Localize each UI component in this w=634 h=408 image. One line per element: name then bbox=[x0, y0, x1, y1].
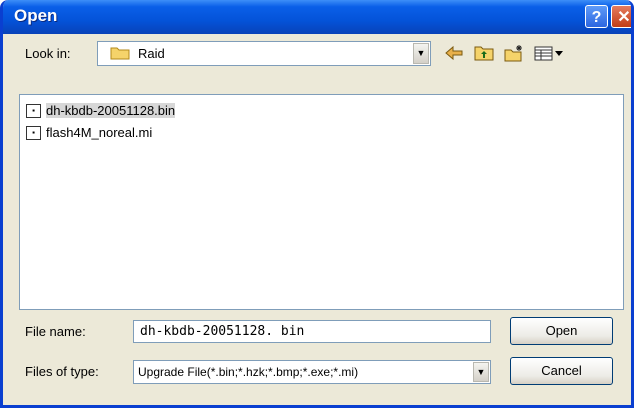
file-type-value: Upgrade File(*.bin;*.hzk;*.bmp;*.exe;*.m… bbox=[138, 365, 359, 379]
look-in-label: Look in: bbox=[25, 46, 71, 61]
chevron-down-icon[interactable]: ▼ bbox=[473, 362, 489, 382]
file-name: flash4M_noreal.mi bbox=[46, 125, 153, 140]
look-in-value: Raid bbox=[138, 46, 165, 61]
chevron-down-icon[interactable]: ▼ bbox=[413, 43, 429, 64]
file-name: dh-kbdb-20051128.bin bbox=[46, 103, 176, 118]
file-icon: ▪ bbox=[26, 104, 41, 118]
file-icon: ▪ bbox=[26, 126, 41, 140]
list-item[interactable]: ▪ flash4M_noreal.mi bbox=[24, 123, 152, 143]
list-item[interactable]: ▪ dh-kbdb-20051128.bin bbox=[24, 101, 176, 121]
file-type-label: Files of type: bbox=[25, 364, 99, 379]
file-type-dropdown[interactable]: Upgrade File(*.bin;*.hzk;*.bmp;*.exe;*.m… bbox=[133, 360, 491, 384]
open-dialog: Open ? ✕ Look in: Raid ▼ ▪ dh-kbdb-20051… bbox=[0, 0, 634, 408]
cancel-button[interactable]: Cancel bbox=[510, 357, 613, 385]
up-folder-icon[interactable] bbox=[474, 44, 494, 62]
folder-icon bbox=[110, 47, 130, 60]
view-menu-icon[interactable] bbox=[534, 44, 566, 62]
file-name-label: File name: bbox=[25, 324, 86, 339]
look-in-dropdown[interactable]: Raid ▼ bbox=[97, 41, 431, 66]
file-list[interactable]: ▪ dh-kbdb-20051128.bin ▪ flash4M_noreal.… bbox=[19, 94, 624, 310]
file-name-field[interactable]: dh-kbdb-20051128. bin bbox=[133, 320, 491, 343]
help-button[interactable]: ? bbox=[585, 5, 608, 28]
title-bar: Open ? ✕ bbox=[3, 0, 631, 34]
new-folder-icon[interactable] bbox=[504, 44, 524, 62]
close-button[interactable]: ✕ bbox=[611, 5, 631, 28]
open-button[interactable]: Open bbox=[510, 317, 613, 345]
back-arrow-icon[interactable] bbox=[444, 44, 464, 62]
window-title: Open bbox=[14, 6, 58, 25]
